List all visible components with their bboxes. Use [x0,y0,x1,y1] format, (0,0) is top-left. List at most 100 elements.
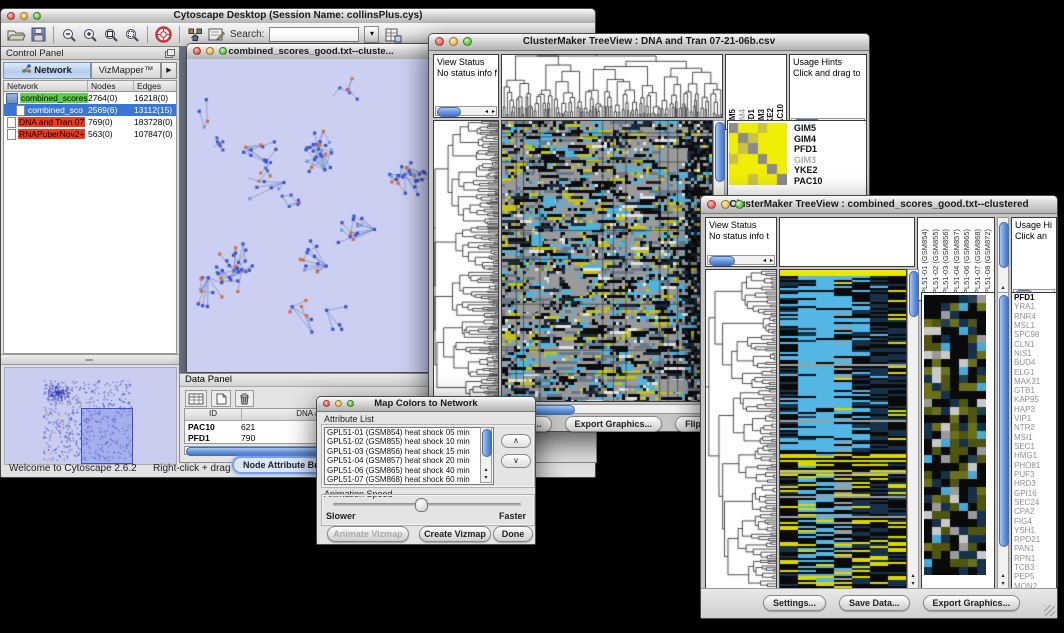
tv2-column-label[interactable]: GPL51-01 (GSM854) [920,229,931,300]
network-table-row[interactable]: combined_sco2569(6)13112(15) [4,104,176,116]
tv1-zoom-matrix-canvas[interactable] [729,123,787,185]
gene-label[interactable]: ELG1 [1012,368,1056,377]
tv2-column-label[interactable]: GPL51-03 (GSM856) [941,229,952,300]
scroll-right-icon[interactable]: ▸ [492,108,495,115]
treeview2-titlebar[interactable]: ClusterMaker TreeView : combined_scores_… [701,196,1057,214]
tab-network[interactable]: Network [3,62,91,79]
zoom-window-icon[interactable] [735,200,744,209]
network-table-row[interactable]: DNA and Tran 07769(0)183728(0) [4,116,176,128]
scroll-up-icon[interactable]: ▴ [481,467,491,473]
tv1-row-label[interactable]: YKE2 [792,165,822,176]
search-input[interactable] [269,27,359,42]
zoom-fit-icon[interactable] [103,27,119,43]
scroll-right-icon[interactable]: ▸ [770,257,773,264]
tv2-column-label[interactable]: GPL51-07 (GSM868) [973,229,984,300]
network1-titlebar[interactable]: combined_scores_good.txt--cluste... [187,44,435,60]
gene-label[interactable]: PAN1 [1012,544,1056,553]
tab-vizmapper[interactable]: VizMapper™ [91,62,161,79]
table-view-icon[interactable] [185,390,207,407]
tv2-status-scrollbar[interactable]: ◂ ▸ [707,255,775,265]
tv2-zoomview-panel[interactable] [921,292,995,589]
gene-label[interactable]: PFD1 [1012,293,1056,302]
speed-slider-thumb[interactable] [415,498,428,512]
zoom-in-icon[interactable] [82,27,98,43]
attribute-item[interactable]: GPL51-07 (GSM868) heat shock 60 min [325,475,493,484]
gene-label[interactable]: RPN1 [1012,554,1056,563]
gene-label[interactable]: HRD3 [1012,479,1056,488]
dialog-titlebar[interactable]: Map Colors to Network [317,397,535,412]
scroll-down-icon[interactable]: ▾ [998,581,1008,587]
close-icon[interactable] [323,400,330,407]
gene-label[interactable]: FIG4 [1012,517,1056,526]
attribute-item[interactable]: GPL51-06 (GSM865) heat shock 40 min [325,466,493,475]
zoom-out-icon[interactable] [61,27,77,43]
gene-label[interactable]: PUF3 [1012,470,1056,479]
tv1-row-label[interactable]: GIM3 [792,155,822,166]
zoom-selected-icon[interactable] [124,27,140,43]
attribute-item[interactable]: GPL51-02 (GSM855) heat shock 10 min [325,437,493,446]
annotation-icon[interactable] [208,27,225,42]
close-icon[interactable] [435,37,444,46]
search-dropdown-icon[interactable]: ▾ [364,26,379,43]
gene-label[interactable]: NIS1 [1012,349,1056,358]
scroll-down-icon[interactable]: ▾ [908,581,918,587]
scroll-up-icon[interactable]: ▴ [908,573,918,579]
new-attribute-icon[interactable] [211,390,231,407]
attribute-list-scrollbar[interactable]: ▴ ▾ [480,427,492,483]
zoom-window-icon[interactable] [219,47,227,55]
tv2-row-dendrogram-panel[interactable] [705,269,777,589]
gene-label[interactable]: CPA2 [1012,507,1056,516]
gene-label[interactable]: HMG1 [1012,451,1056,460]
zoom-window-icon[interactable] [33,12,41,20]
attribute-item[interactable]: GPL51-03 (GSM856) heat shock 15 min [325,447,493,456]
gene-label[interactable]: CLN1 [1012,340,1056,349]
gene-label[interactable]: NTR2 [1012,423,1056,432]
animate-vizmap-button[interactable]: Animate Vizmap [327,526,409,542]
column-header-edges[interactable]: Edges [134,81,176,91]
scroll-left-icon[interactable]: ◂ [763,257,766,264]
attribute-item[interactable]: GPL51-01 (GSM854) heat shock 05 min [325,428,493,437]
tv2-zoomview-scrollbar[interactable]: ▴ ▾ [997,292,1009,589]
birdseye-selection-rect[interactable] [81,408,133,464]
tv2-heatmap-panel[interactable] [779,269,907,589]
gene-label[interactable]: SPC98 [1012,330,1056,339]
tv2-collabel-scrollbar[interactable]: ▴ ▾ [997,217,1009,301]
move-down-button[interactable]: ∨ [501,454,531,468]
import-table-icon[interactable] [384,27,402,43]
column-header-network[interactable]: Network [4,81,88,91]
tv1-row-label[interactable]: PAC10 [792,176,822,187]
tab-overflow-button[interactable]: ▶ [161,62,177,79]
gene-label[interactable]: PHO81 [1012,461,1056,470]
scroll-up-icon[interactable]: ▴ [998,285,1008,291]
tv1-row-label[interactable]: GIM4 [792,134,822,145]
resize-grip[interactable] [1044,605,1055,616]
gene-label[interactable]: GTB1 [1012,386,1056,395]
panel-resize-divider[interactable] [1,354,179,365]
create-vizmap-button[interactable]: Create Vizmap [419,526,491,542]
gene-label[interactable]: TCB3 [1012,563,1056,572]
gene-label[interactable]: BUD4 [1012,358,1056,367]
tv2-column-label[interactable]: GPL51-02 (GSM855) [931,229,942,300]
minimize-icon[interactable] [20,12,28,20]
gene-label[interactable]: RNR4 [1012,312,1056,321]
gene-label[interactable]: RPO21 [1012,535,1056,544]
minimize-icon[interactable] [449,37,458,46]
gene-label[interactable]: PEP5 [1012,572,1056,581]
delete-attribute-icon[interactable] [235,390,254,407]
scroll-down-icon[interactable]: ▾ [481,475,491,481]
done-button[interactable]: Done [493,526,533,542]
scroll-up-icon[interactable]: ▴ [998,573,1008,579]
tv1-row-label[interactable]: PFD1 [792,144,822,155]
zoom-window-icon[interactable] [347,400,354,407]
gene-label[interactable]: MSI1 [1012,433,1056,442]
close-icon[interactable] [193,47,201,55]
tv1-heatmap-panel[interactable] [501,120,713,402]
tv1-status-scrollbar[interactable]: ◂ ▸ [435,106,497,116]
tv2-column-label[interactable]: GPL51-04 (GSM857) [952,229,963,300]
column-header-nodes[interactable]: Nodes [88,81,134,91]
network-table-row[interactable]: combined_scores2764(0)16218(0) [4,92,176,104]
gene-label[interactable]: KAP95 [1012,395,1056,404]
open-session-icon[interactable] [7,27,26,42]
gene-label[interactable]: YSH1 [1012,526,1056,535]
gene-label[interactable]: SEC24 [1012,498,1056,507]
